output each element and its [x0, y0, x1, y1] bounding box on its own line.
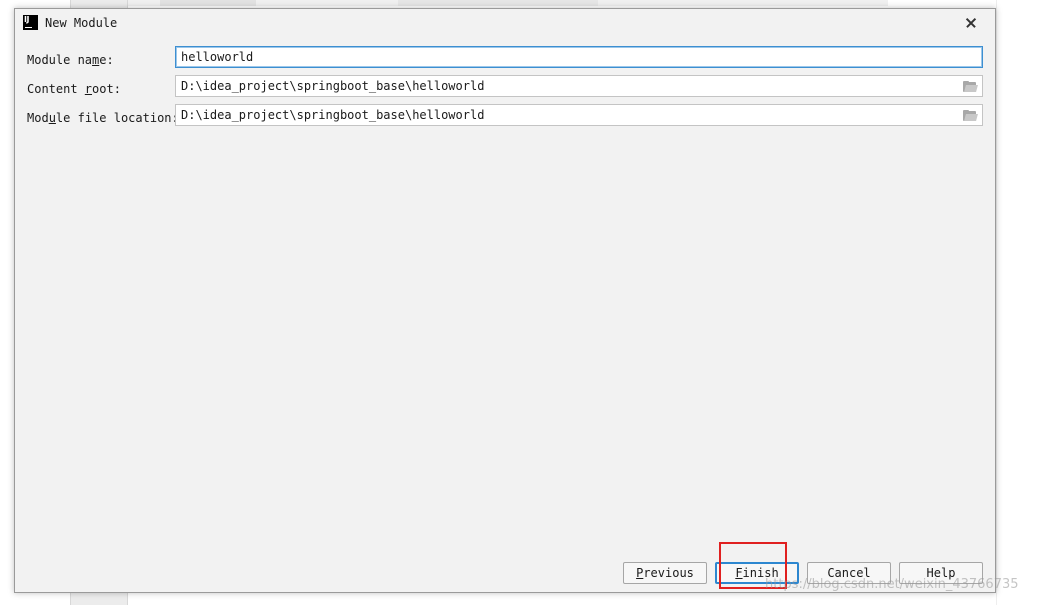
dialog-titlebar: IJ New Module — [15, 9, 995, 37]
content-root-field[interactable]: D:\idea_project\springboot_base\hellowor… — [175, 75, 983, 97]
folder-icon-front — [964, 85, 978, 92]
label-text: Mod — [27, 111, 49, 125]
content-root-label: Content root: — [27, 81, 121, 97]
background-tab-shade — [398, 0, 598, 6]
app-icon-underline — [25, 26, 32, 28]
background-tab-shade — [160, 0, 256, 6]
module-file-location-value[interactable]: D:\idea_project\springboot_base\hellowor… — [181, 107, 484, 123]
folder-icon-front — [964, 114, 978, 121]
watermark: https://blog.csdn.net/weixin_43766735 — [765, 577, 1019, 592]
module-name-input[interactable] — [175, 46, 983, 68]
content-root-value[interactable]: D:\idea_project\springboot_base\hellowor… — [181, 78, 484, 94]
previous-button[interactable]: Previous — [623, 562, 707, 584]
new-module-dialog: IJ New Module Module name: Content root:… — [14, 8, 996, 593]
close-icon[interactable] — [961, 13, 981, 33]
background-editor-tabs — [128, 0, 888, 6]
label-mnemonic: r — [84, 82, 93, 96]
label-text: Content — [27, 82, 85, 96]
background-right-pane — [996, 0, 1048, 605]
app-icon-text: IJ — [24, 15, 29, 24]
label-text: Module na — [27, 53, 93, 67]
module-file-location-field[interactable]: D:\idea_project\springboot_base\hellowor… — [175, 104, 983, 126]
folder-icon[interactable] — [963, 110, 978, 121]
folder-icon[interactable] — [963, 81, 978, 92]
module-name-label: Module name: — [27, 52, 114, 68]
label-text: oot: — [92, 82, 121, 96]
label-mnemonic: u — [48, 111, 56, 125]
dialog-title: New Module — [45, 16, 118, 30]
button-label: revious — [643, 566, 694, 580]
label-text: e: — [99, 53, 114, 67]
module-file-location-label: Module file location: — [27, 110, 179, 126]
intellij-logo-icon: IJ — [23, 15, 38, 30]
label-text: le file location: — [55, 111, 179, 125]
